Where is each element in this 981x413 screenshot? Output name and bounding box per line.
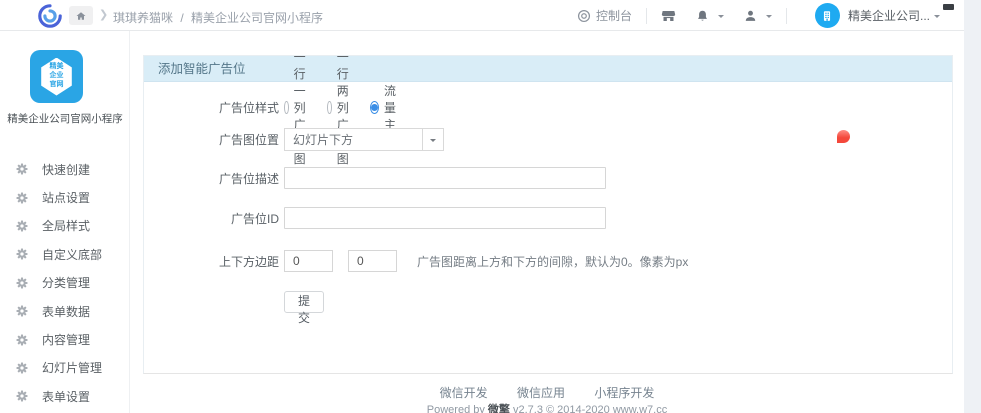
position-select[interactable]: 幻灯片下方 bbox=[284, 128, 444, 151]
powered-suffix: v2.7.3 © 2014-2020 www.w7.cc bbox=[509, 404, 668, 413]
account-name[interactable]: 精美企业公司... bbox=[848, 7, 930, 24]
chevron-down-icon bbox=[934, 14, 940, 21]
breadcrumb: 琪琪养猫咪 / 精美企业公司官网小程序 bbox=[113, 9, 323, 26]
submit-button[interactable]: 提交 bbox=[284, 291, 324, 325]
store-button[interactable] bbox=[661, 9, 676, 23]
sidebar-item-category-manage[interactable]: 分类管理 bbox=[0, 269, 130, 297]
sidebar-item-label: 分类管理 bbox=[42, 276, 91, 291]
select-dropdown-button[interactable] bbox=[422, 129, 443, 150]
desc-input[interactable] bbox=[284, 167, 606, 189]
footer-link-wechat-app[interactable]: 微信应用 bbox=[517, 386, 565, 400]
sidebar-item-label: 快速创建 bbox=[42, 162, 91, 177]
margin-bottom-input[interactable] bbox=[348, 250, 397, 272]
logo-swirl-icon[interactable] bbox=[37, 3, 63, 29]
sidebar-item-quick-create[interactable]: 快速创建 bbox=[0, 155, 130, 183]
field-label-margin: 上下方边距 bbox=[218, 254, 279, 269]
sidebar-item-label: 全局样式 bbox=[42, 219, 91, 234]
field-label-style: 广告位样式 bbox=[218, 100, 279, 115]
margin-hint: 广告图距离上方和下方的间隙，默认为0。像素为px bbox=[417, 254, 689, 269]
shop-icon bbox=[661, 10, 676, 21]
sidebar: 精美 企业 官网 精美企业公司官网小程序 快速创建 站点设置 全局样式 自定义底… bbox=[0, 31, 130, 413]
logo-line: 官网 bbox=[49, 80, 64, 88]
gear-icon bbox=[16, 248, 28, 260]
gear-icon bbox=[16, 277, 28, 289]
sidebar-item-form-data[interactable]: 表单数据 bbox=[0, 297, 130, 325]
footer-links: 微信开发 微信应用 小程序开发 bbox=[130, 384, 964, 401]
sidebar-item-site-settings[interactable]: 站点设置 bbox=[0, 183, 130, 211]
user-icon bbox=[745, 10, 756, 21]
hexagon-logo-icon: 精美 企业 官网 bbox=[41, 57, 72, 96]
sidebar-item-form-settings[interactable]: 表单设置 bbox=[0, 382, 130, 410]
topbar-divider bbox=[645, 7, 647, 24]
console-button[interactable]: 控制台 bbox=[577, 7, 632, 24]
footer-link-wechat-dev[interactable]: 微信开发 bbox=[440, 386, 488, 400]
radio-label[interactable]: 流量主 bbox=[384, 82, 400, 133]
building-avatar-icon bbox=[824, 10, 831, 21]
chevron-down-icon bbox=[717, 14, 724, 21]
main-content: 添加智能广告位 广告位样式 一行一列广告图 一行两列广告图 流量主 bbox=[130, 31, 964, 413]
radio-icon[interactable] bbox=[327, 100, 332, 114]
gear-icon bbox=[16, 362, 28, 374]
breadcrumb-chevron: ❯ bbox=[99, 9, 109, 21]
home-button[interactable] bbox=[69, 6, 93, 25]
app-title: 精美企业公司官网小程序 bbox=[7, 113, 123, 125]
margin-top-input[interactable] bbox=[284, 250, 333, 272]
sidebar-item-content-manage[interactable]: 内容管理 bbox=[0, 325, 130, 353]
powered-brand: 微擎 bbox=[487, 404, 510, 413]
chevron-down-icon bbox=[765, 14, 772, 21]
radio-option-traffic[interactable]: 流量主 bbox=[370, 82, 400, 133]
sidebar-item-label: 表单数据 bbox=[42, 304, 91, 319]
gear-icon bbox=[16, 220, 28, 232]
breadcrumb-site[interactable]: 琪琪养猫咪 bbox=[113, 11, 173, 25]
bell-icon bbox=[698, 10, 707, 21]
field-label-position: 广告图位置 bbox=[218, 133, 279, 147]
logo-line: 精美 bbox=[49, 63, 64, 71]
sidebar-nav: 快速创建 站点设置 全局样式 自定义底部 分类管理 表单数据 内容管理 幻灯片管… bbox=[0, 155, 130, 411]
powered-by: Powered by 微擎 v2.7.3 © 2014-2020 www.w7.… bbox=[130, 401, 964, 413]
panel-title: 添加智能广告位 bbox=[144, 56, 952, 82]
user-menu-button[interactable] bbox=[744, 9, 772, 23]
screen-artifact bbox=[943, 4, 954, 10]
app-logo: 精美 企业 官网 bbox=[30, 50, 83, 103]
console-label: 控制台 bbox=[595, 9, 632, 23]
gear-icon bbox=[16, 163, 28, 175]
sidebar-item-slider-manage[interactable]: 幻灯片管理 bbox=[0, 354, 130, 382]
topbar-actions: 控制台 精美企业公司... bbox=[577, 0, 940, 31]
console-icon bbox=[577, 9, 591, 22]
home-icon bbox=[76, 11, 86, 20]
field-label-adid: 广告位ID bbox=[230, 211, 279, 226]
scrollbar-track bbox=[964, 0, 981, 413]
logo-line: 企业 bbox=[49, 72, 64, 80]
notifications-button[interactable] bbox=[696, 9, 724, 23]
add-ad-slot-panel: 添加智能广告位 广告位样式 一行一列广告图 一行两列广告图 流量主 bbox=[143, 50, 953, 374]
breadcrumb-page[interactable]: 精美企业公司官网小程序 bbox=[191, 11, 323, 25]
position-select-value: 幻灯片下方 bbox=[293, 133, 354, 147]
radio-checked-icon[interactable] bbox=[370, 100, 380, 114]
field-label-desc: 广告位描述 bbox=[218, 171, 279, 186]
topbar-divider bbox=[785, 7, 787, 24]
red-cursor-artifact bbox=[837, 130, 850, 143]
sidebar-item-label: 表单设置 bbox=[42, 389, 91, 404]
gear-icon bbox=[16, 390, 28, 402]
sidebar-item-label: 站点设置 bbox=[42, 191, 91, 206]
sidebar-item-label: 幻灯片管理 bbox=[42, 361, 103, 376]
adid-input[interactable] bbox=[284, 207, 606, 229]
sidebar-item-custom-footer[interactable]: 自定义底部 bbox=[0, 240, 130, 268]
breadcrumb-separator: / bbox=[180, 11, 184, 25]
sidebar-item-global-style[interactable]: 全局样式 bbox=[0, 212, 130, 240]
app-window: ❯ 琪琪养猫咪 / 精美企业公司官网小程序 控制台 精美企业公司... 精美 企… bbox=[0, 0, 981, 413]
account-avatar[interactable] bbox=[814, 3, 840, 28]
sidebar-item-label: 自定义底部 bbox=[42, 247, 103, 262]
gear-icon bbox=[16, 333, 28, 346]
gear-icon bbox=[16, 191, 28, 204]
gear-icon bbox=[16, 305, 28, 317]
topbar: ❯ 琪琪养猫咪 / 精美企业公司官网小程序 控制台 精美企业公司... bbox=[0, 0, 964, 31]
sidebar-item-label: 内容管理 bbox=[42, 333, 91, 348]
footer-link-miniprogram-dev[interactable]: 小程序开发 bbox=[594, 386, 654, 400]
chevron-down-icon bbox=[430, 138, 436, 145]
radio-icon[interactable] bbox=[284, 100, 289, 114]
powered-prefix: Powered by bbox=[426, 404, 488, 413]
